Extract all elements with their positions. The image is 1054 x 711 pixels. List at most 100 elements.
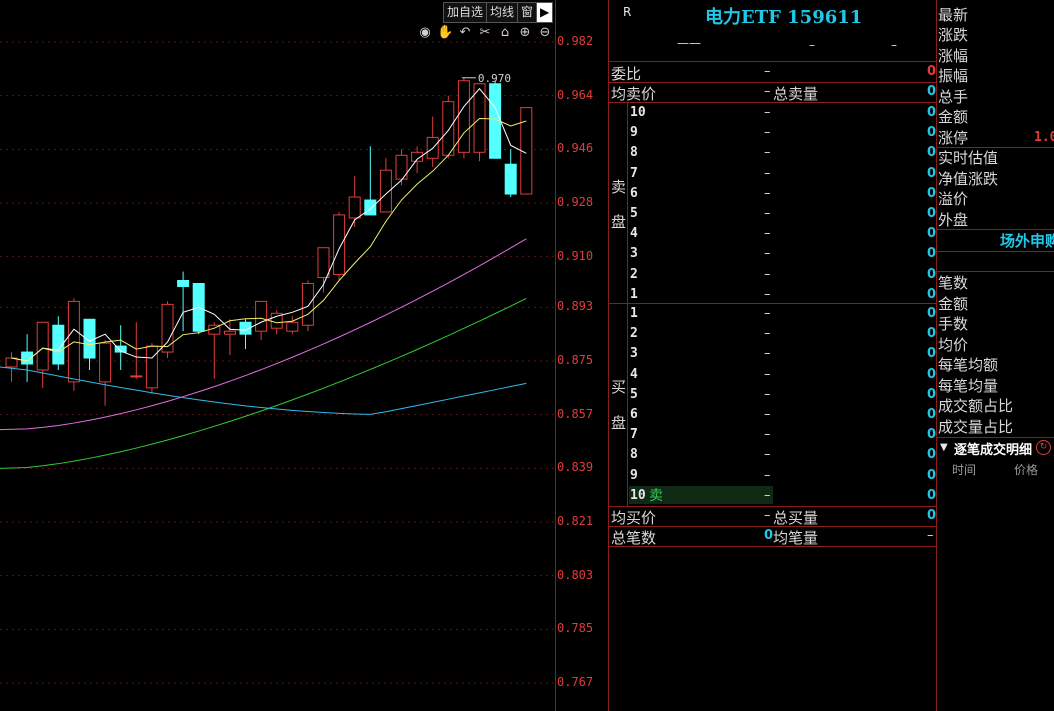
candle <box>99 340 112 406</box>
total-buy-label: 总买量 <box>773 509 819 527</box>
sell-price-2: – <box>764 266 771 282</box>
undo-icon[interactable]: ↶ <box>457 25 473 41</box>
y-tick-label: 0.910 <box>557 248 594 263</box>
buy-level-5[interactable]: 5 <box>630 387 638 402</box>
col-time-header: 时间 <box>952 463 977 477</box>
buy-level-4[interactable]: 4 <box>630 367 638 382</box>
candle-body <box>145 345 158 389</box>
weibi-label: 委比 <box>611 65 642 83</box>
latest-label: 最新 <box>938 6 969 24</box>
sell-level-6[interactable]: 6 <box>630 186 638 201</box>
zoom-out-icon[interactable]: ⊖ <box>537 25 553 41</box>
divider <box>627 102 628 303</box>
buy-level-1[interactable]: 1 <box>630 306 638 321</box>
scissors-icon[interactable]: ✂ <box>477 25 493 41</box>
hand-icon[interactable]: ✋ <box>437 25 453 41</box>
total-sell-label: 总卖量 <box>773 85 819 103</box>
chart-tools: ◉ ✋ ↶ ✂ ⌂ ⊕ ⊖ <box>417 25 553 41</box>
buy-price-4: – <box>764 366 771 382</box>
kline-svg[interactable]: 0.970 <box>0 0 556 711</box>
buy-price-8: – <box>764 447 771 463</box>
kline-chart[interactable]: 0.970 <box>0 0 556 711</box>
limit-up-value: 1.0 <box>1034 130 1054 145</box>
candle <box>348 176 361 227</box>
candle-body <box>286 321 299 332</box>
sell-side-label-2: 盘 <box>611 213 627 231</box>
lock-icon[interactable]: ⌂ <box>497 25 513 41</box>
sell-volume-5: 0 <box>927 206 937 221</box>
sub-price: —— <box>677 36 701 50</box>
divider <box>609 61 937 62</box>
otc-subscribe-tab[interactable]: 场外申购 <box>1000 230 1054 251</box>
buy-price-3: – <box>764 346 771 362</box>
total-trades-value: 0 <box>764 528 774 543</box>
zoom-in-icon[interactable]: ⊕ <box>517 25 533 41</box>
chart-toolbar: 加自选 均线 窗 ▶ <box>443 2 554 23</box>
buy-volume-9: 0 <box>927 467 937 483</box>
buy-volume-1: 0 <box>927 306 937 321</box>
candle <box>504 149 517 198</box>
buy-level-10[interactable]: 10 <box>630 488 646 503</box>
eye-icon[interactable]: ◉ <box>417 25 433 41</box>
y-tick-label: 0.946 <box>557 141 594 156</box>
weibi-zero: 0 <box>927 64 937 79</box>
candle-body <box>348 196 361 219</box>
buy-level-9[interactable]: 9 <box>630 468 638 483</box>
candle <box>239 319 252 350</box>
buy-volume-8: 0 <box>927 447 937 463</box>
candle-body <box>364 199 377 216</box>
window-button[interactable]: 窗 <box>517 2 538 23</box>
candle <box>286 316 299 335</box>
sell-volume-10: 0 <box>927 105 937 120</box>
divider <box>627 303 628 506</box>
refresh-icon[interactable]: ↻ <box>1036 440 1051 455</box>
y-tick-label: 0.893 <box>557 299 594 314</box>
buy-volume-10: 0 <box>927 487 937 503</box>
sell-level-10[interactable]: 10 <box>630 105 646 120</box>
sell-level-4[interactable]: 4 <box>630 226 638 241</box>
buy-price-9: – <box>764 467 771 483</box>
sell-level-3[interactable]: 3 <box>630 246 638 261</box>
candle <box>208 322 221 379</box>
candle-body <box>177 280 190 287</box>
chevron-down-icon[interactable]: ▼ <box>940 442 948 453</box>
sell-volume-2: 0 <box>927 266 937 282</box>
last-buy-tag: 卖 <box>649 488 663 504</box>
amount2-label: 金额 <box>938 295 969 313</box>
buy-level-8[interactable]: 8 <box>630 447 638 462</box>
buy-volume-4: 0 <box>927 366 937 382</box>
sell-level-2[interactable]: 2 <box>630 267 638 282</box>
buy-level-6[interactable]: 6 <box>630 407 638 422</box>
change-pct-label: 涨幅 <box>938 47 969 65</box>
buy-level-3[interactable]: 3 <box>630 346 638 361</box>
buy-level-7[interactable]: 7 <box>630 427 638 442</box>
sell-level-9[interactable]: 9 <box>630 125 638 140</box>
ma-line-button[interactable]: 均线 <box>486 2 519 23</box>
collapse-arrow-button[interactable]: ▶ <box>536 2 554 23</box>
total-trades-label: 总笔数 <box>611 529 657 547</box>
sell-level-5[interactable]: 5 <box>630 206 638 221</box>
candle <box>457 77 470 159</box>
y-tick-label: 0.821 <box>557 514 594 528</box>
sell-level-8[interactable]: 8 <box>630 145 638 160</box>
security-title: 电力ETF 159611 <box>705 7 863 28</box>
sub-pct: – <box>891 38 897 52</box>
candle-body <box>333 214 346 276</box>
tick-detail-title[interactable]: 逐笔成交明细 <box>954 439 1032 458</box>
buy-price-10: – <box>764 487 771 503</box>
sell-level-1[interactable]: 1 <box>630 287 638 302</box>
buy-level-2[interactable]: 2 <box>630 326 638 341</box>
y-tick-label: 0.928 <box>557 194 594 209</box>
buy-price-5: – <box>764 386 771 402</box>
avg-per-trade-value: – <box>927 528 934 543</box>
sell-price-1: – <box>764 286 771 302</box>
order-book-panel: R 电力ETF 159611 —— – – 委比 – 0 均卖价 – 总卖量 0… <box>608 0 937 711</box>
divider <box>609 102 937 103</box>
add-watchlist-button[interactable]: 加自选 <box>443 2 488 23</box>
sell-volume-7: 0 <box>927 165 937 181</box>
sub-change: – <box>809 38 815 52</box>
sell-level-7[interactable]: 7 <box>630 166 638 181</box>
candle-body <box>223 330 236 335</box>
amount-ratio-label: 成交额占比 <box>938 397 1014 415</box>
total-hands-label: 总手 <box>938 88 969 106</box>
